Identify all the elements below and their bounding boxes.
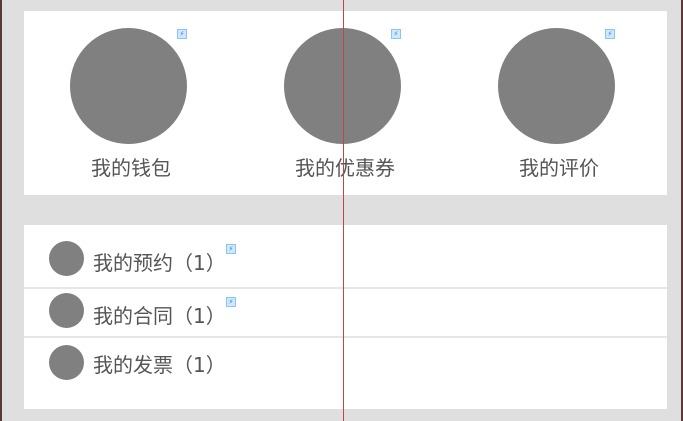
flash-badge-icon: ⚡: [226, 244, 236, 254]
records-card: 我的预约（1） ⚡ 我的合同（1） ⚡ 我的发票（1）: [24, 225, 667, 409]
shortcut-reviews[interactable]: ⚡ 我的评价: [452, 11, 666, 195]
shortcut-label: 我的优惠券: [295, 156, 395, 180]
list-item-invoices[interactable]: 我的发票（1）: [24, 338, 667, 409]
list-item-label: 我的预约（1）: [93, 251, 226, 275]
list-item-label: 我的发票（1）: [93, 353, 226, 377]
shortcuts-card: ⚡ 我的钱包 ⚡ 我的优惠券 ⚡ 我的评价: [24, 11, 667, 195]
invoice-icon: [49, 345, 84, 380]
flash-badge-icon: ⚡: [391, 29, 401, 39]
list-item-contracts[interactable]: 我的合同（1） ⚡: [24, 289, 667, 336]
shortcut-label: 我的评价: [519, 156, 599, 180]
shortcut-label: 我的钱包: [91, 156, 171, 180]
guide-line: [343, 0, 344, 421]
wallet-icon: [70, 28, 187, 144]
shortcut-wallet[interactable]: ⚡ 我的钱包: [24, 11, 238, 195]
flash-badge-icon: ⚡: [226, 297, 236, 307]
contract-icon: [49, 293, 84, 328]
flash-badge-icon: ⚡: [605, 29, 615, 39]
list-item-appointments[interactable]: 我的预约（1） ⚡: [24, 225, 667, 287]
flash-badge-icon: ⚡: [177, 29, 187, 39]
page-frame: ⚡ 我的钱包 ⚡ 我的优惠券 ⚡ 我的评价 我的预约（1） ⚡ 我的合同（1） …: [0, 0, 683, 421]
appointment-icon: [49, 241, 84, 276]
review-icon: [498, 28, 615, 144]
shortcut-coupons[interactable]: ⚡ 我的优惠券: [238, 11, 452, 195]
list-item-label: 我的合同（1）: [93, 304, 226, 328]
